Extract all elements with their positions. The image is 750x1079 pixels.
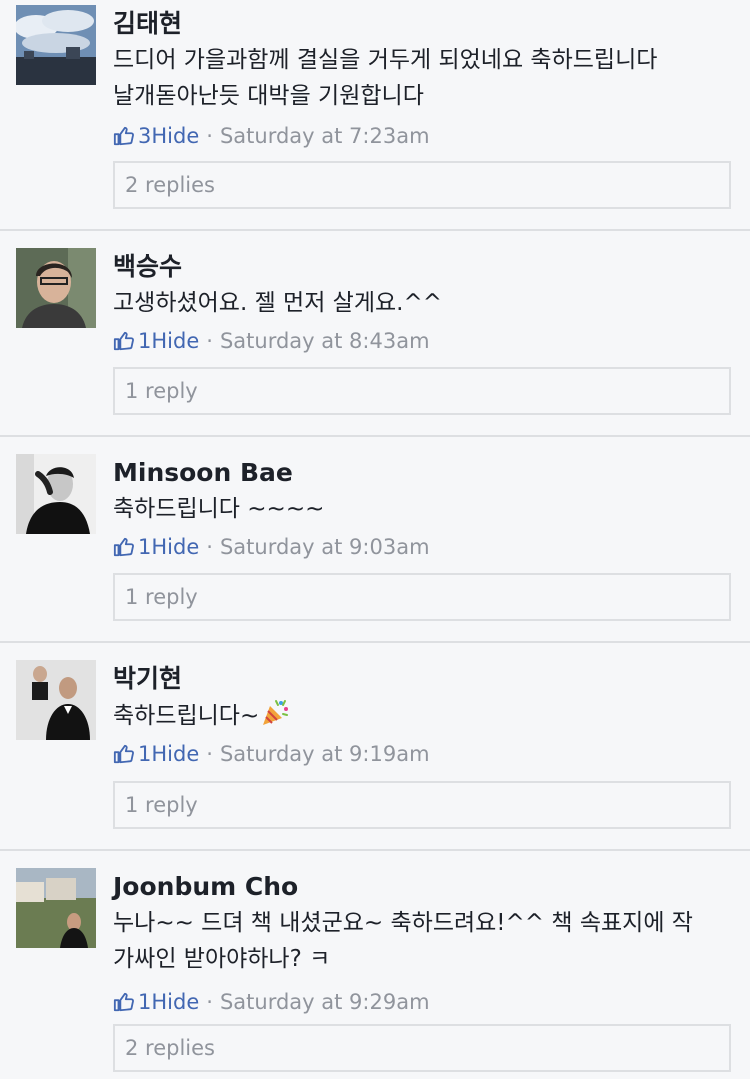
- avatar[interactable]: [16, 248, 96, 328]
- thumbs-up-icon: [113, 537, 134, 557]
- comment: Minsoon Bae 축하드립니다 ~~~~ 1 Hide · Saturday…: [0, 437, 750, 641]
- comment: 김태현 드디어 가을과함께 결실을 거두게 되었네요 축하드립니다 날개돋아난듯…: [0, 0, 750, 229]
- hide-link[interactable]: Hide: [151, 739, 199, 769]
- avatar[interactable]: [16, 5, 96, 85]
- meta-separator: ·: [206, 535, 213, 559]
- like-button[interactable]: 3 Hide: [113, 121, 199, 151]
- comment: 박기현 축하드립니다~ 1 Hide · Saturday at 9:19am 1…: [0, 643, 750, 849]
- comment-text: 드디어 가을과함께 결실을 거두게 되었네요 축하드립니다: [113, 47, 658, 73]
- view-replies-button[interactable]: 1 reply: [113, 781, 731, 829]
- view-replies-button[interactable]: 1 reply: [113, 573, 731, 621]
- comment-author[interactable]: 백승수: [113, 249, 734, 285]
- thumbs-up-icon: [113, 992, 134, 1012]
- like-count: 1: [138, 742, 152, 766]
- comment-author[interactable]: Joonbum Cho: [113, 869, 734, 905]
- comment-meta: 1 Hide · Saturday at 9:29am: [113, 987, 734, 1017]
- comment-meta: 1 Hide · Saturday at 8:43am: [113, 326, 734, 356]
- comment-timestamp[interactable]: Saturday at 9:19am: [220, 739, 430, 769]
- meta-separator: ·: [206, 329, 213, 353]
- comment-meta: 1 Hide · Saturday at 9:03am: [113, 532, 734, 562]
- party-popper-icon: [263, 700, 289, 725]
- view-replies-button[interactable]: 2 replies: [113, 1024, 731, 1072]
- like-count: 3: [138, 124, 152, 148]
- comment: 백승수 고생하셨어요. 젤 먼저 살게요.^^ 1 Hide · Saturday…: [0, 231, 750, 435]
- thumbs-up-icon: [113, 126, 134, 146]
- like-count: 1: [138, 990, 152, 1014]
- like-count: 1: [138, 535, 152, 559]
- thumbs-up-icon: [113, 744, 134, 764]
- comment-text: 축하드립니다 ~~~~: [113, 496, 325, 522]
- like-button[interactable]: 1 Hide: [113, 987, 199, 1017]
- like-button[interactable]: 1 Hide: [113, 326, 199, 356]
- comment-author[interactable]: Minsoon Bae: [113, 455, 734, 491]
- comment-timestamp[interactable]: Saturday at 9:03am: [220, 532, 430, 562]
- comment-text: 날개돋아난듯 대박을 기원합니다: [113, 83, 424, 109]
- avatar[interactable]: [16, 660, 96, 740]
- comment-text: 누나~~ 드뎌 책 내셨군요~ 축하드려요!^^ 책 속표지에 작: [113, 910, 693, 936]
- meta-separator: ·: [206, 124, 213, 148]
- comment-meta: 3 Hide · Saturday at 7:23am: [113, 121, 734, 151]
- hide-link[interactable]: Hide: [151, 326, 199, 356]
- comment-timestamp[interactable]: Saturday at 9:29am: [220, 987, 430, 1017]
- meta-separator: ·: [206, 742, 213, 766]
- comment-meta: 1 Hide · Saturday at 9:19am: [113, 739, 734, 769]
- comment: Joonbum Cho 누나~~ 드뎌 책 내셨군요~ 축하드려요!^^ 책 속…: [0, 851, 750, 1077]
- view-replies-button[interactable]: 1 reply: [113, 367, 731, 415]
- avatar[interactable]: [16, 868, 96, 948]
- like-count: 1: [138, 329, 152, 353]
- comment-text-content: 축하드립니다~: [113, 703, 260, 729]
- meta-separator: ·: [206, 990, 213, 1014]
- comment-text: 가싸인 받아야하나? ㅋ: [113, 946, 331, 972]
- hide-link[interactable]: Hide: [151, 121, 199, 151]
- avatar[interactable]: [16, 454, 96, 534]
- comment-text: 고생하셨어요. 젤 먼저 살게요.^^: [113, 290, 443, 316]
- thumbs-up-icon: [113, 331, 134, 351]
- comment-timestamp[interactable]: Saturday at 7:23am: [220, 121, 430, 151]
- hide-link[interactable]: Hide: [151, 987, 199, 1017]
- comment-timestamp[interactable]: Saturday at 8:43am: [220, 326, 430, 356]
- like-button[interactable]: 1 Hide: [113, 532, 199, 562]
- comment-text: 축하드립니다~: [113, 697, 734, 734]
- view-replies-button[interactable]: 2 replies: [113, 161, 731, 209]
- hide-link[interactable]: Hide: [151, 532, 199, 562]
- like-button[interactable]: 1 Hide: [113, 739, 199, 769]
- comment-author[interactable]: 박기현: [113, 661, 734, 697]
- comment-author[interactable]: 김태현: [113, 6, 734, 42]
